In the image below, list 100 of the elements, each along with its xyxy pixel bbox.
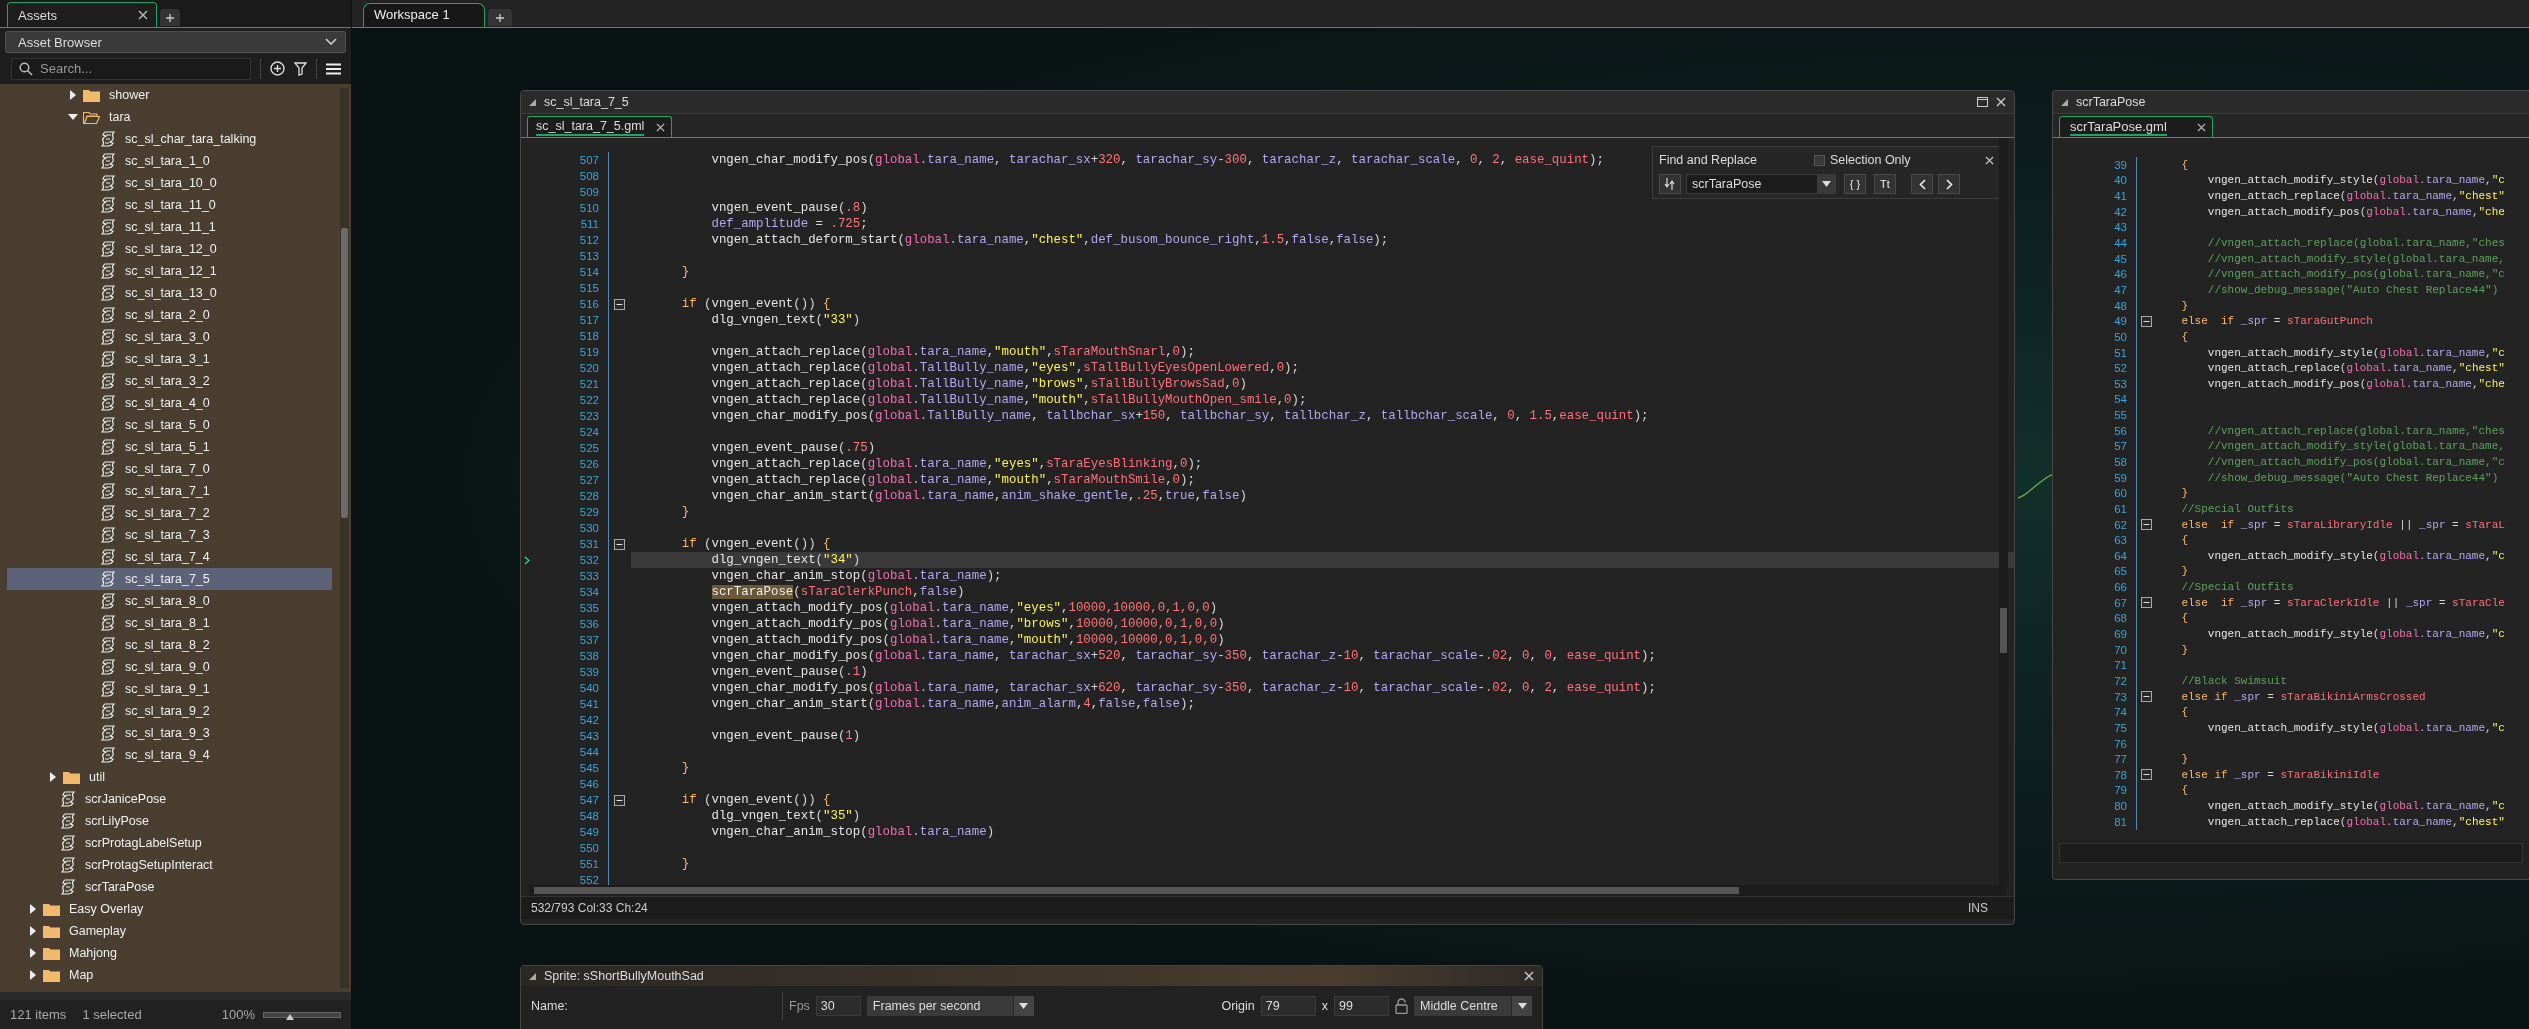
dropdown-icon[interactable] [1821,181,1831,187]
expand-arrow-icon[interactable] [68,90,78,100]
collapse-icon[interactable] [529,98,536,106]
code-line: def_amplitude = .725; [710,217,868,231]
close-icon[interactable] [2196,122,2206,132]
collapse-icon[interactable] [2140,769,2152,781]
fps-field[interactable]: 30 [815,996,861,1016]
asset-tree-item[interactable]: sc_sl_tara_7_0 [7,458,332,480]
close-icon[interactable] [1996,97,2006,107]
asset-tree-item[interactable]: sc_sl_tara_9_4 [7,744,332,766]
asset-tree-item[interactable]: sc_sl_tara_8_1 [7,612,332,634]
asset-tree-item[interactable]: sc_sl_char_tara_talking [7,128,332,150]
previous-button[interactable] [1911,174,1933,194]
asset-tree-item[interactable]: sc_sl_tara_4_0 [7,392,332,414]
scrollbar[interactable] [529,885,2006,896]
code-line: scrTaraPose(sTaraClerkPunch,false) [710,585,965,599]
asset-tree-item[interactable]: Map [7,964,332,986]
fps-unit-dropdown[interactable]: Frames per second [866,996,1034,1016]
collapse-icon[interactable] [2140,315,2152,327]
workspace-tab[interactable]: Workspace 1 [363,3,485,27]
origin-x-field[interactable]: 79 [1260,996,1316,1016]
collapse-icon[interactable] [2140,597,2152,609]
asset-tree-item[interactable]: tara [7,106,332,128]
file-tab[interactable]: sc_sl_tara_7_5.gml [527,116,673,137]
asset-tree-item[interactable]: sc_sl_tara_12_1 [7,260,332,282]
zoom-slider[interactable] [263,1011,341,1018]
collapse-icon[interactable] [2061,98,2068,106]
asset-tree-item[interactable]: scrLilyPose [7,810,332,832]
close-icon[interactable] [138,10,148,20]
asset-tree-item[interactable]: sc_sl_tara_9_0 [7,656,332,678]
asset-tree-item[interactable]: sc_sl_tara_3_1 [7,348,332,370]
asset-tree-item[interactable]: sc_sl_tara_9_1 [7,678,332,700]
asset-tree-item[interactable]: sc_sl_tara_10_0 [7,172,332,194]
collapse-icon[interactable] [613,794,625,806]
asset-browser-dropdown[interactable]: Asset Browser [5,31,346,53]
asset-tree-item[interactable]: sc_sl_tara_8_2 [7,634,332,656]
add-tab-button[interactable] [160,9,180,26]
replace-toggle-button[interactable] [1659,174,1681,194]
collapse-icon[interactable] [2140,691,2152,703]
checkbox[interactable] [1814,154,1825,166]
close-icon[interactable] [1985,155,1994,165]
next-button[interactable] [1938,174,1960,194]
add-tab-button[interactable] [488,9,512,26]
asset-tree-item[interactable]: sc_sl_tara_11_1 [7,216,332,238]
asset-tree-item[interactable]: sc_sl_tara_12_0 [7,238,332,260]
asset-tree-item[interactable]: scrProtagSetupInteract [7,854,332,876]
asset-tree-item[interactable]: sc_sl_tara_7_2 [7,502,332,524]
asset-tree-item[interactable]: sc_sl_tara_9_2 [7,700,332,722]
expand-arrow-icon[interactable] [28,904,38,914]
asset-tree-item[interactable]: sc_sl_tara_5_1 [7,436,332,458]
match-case-button[interactable]: Tt [1874,174,1896,194]
scrollbar[interactable] [1999,138,2008,885]
collapse-icon[interactable] [529,972,536,980]
asset-tree-item[interactable]: sc_sl_tara_1_0 [7,150,332,172]
asset-tree-item[interactable]: util [7,766,332,788]
expand-arrow-icon[interactable] [28,970,38,980]
find-field[interactable]: scrTaraPose [1686,174,1836,194]
filter-icon[interactable] [294,61,307,76]
maximize-icon[interactable] [1977,97,1988,107]
expand-arrow-icon[interactable] [28,926,38,936]
asset-tree-item[interactable]: Gameplay [7,920,332,942]
asset-tree-item[interactable]: sc_sl_tara_9_3 [7,722,332,744]
file-tab[interactable]: scrTaraPose.gml [2059,116,2213,137]
add-icon[interactable] [270,61,285,76]
line-number: 41 [2113,190,2127,203]
expand-arrow-icon[interactable] [48,772,58,782]
asset-tree-item[interactable]: sc_sl_tara_11_0 [7,194,332,216]
menu-icon[interactable] [326,62,341,75]
asset-tree-item[interactable]: sc_sl_tara_3_2 [7,370,332,392]
close-icon[interactable] [656,122,666,132]
script-icon [101,175,115,191]
asset-tree-item[interactable]: scrTaraPose [7,876,332,898]
asset-tree-item[interactable]: shower [7,84,332,106]
asset-tree-item[interactable]: scrJanicePose [7,788,332,810]
asset-tree-item[interactable]: sc_sl_tara_2_0 [7,304,332,326]
regex-button[interactable]: { } [1844,174,1866,194]
asset-tree-item[interactable]: Easy Overlay [7,898,332,920]
collapse-icon[interactable] [613,298,625,310]
collapse-icon[interactable] [2140,519,2152,531]
asset-tree-item[interactable]: scrProtagLabelSetup [7,832,332,854]
asset-tree-item[interactable]: sc_sl_tara_3_0 [7,326,332,348]
asset-tree-item[interactable]: sc_sl_tara_7_4 [7,546,332,568]
close-icon[interactable] [1524,971,1534,981]
search-field[interactable]: Search... [11,57,251,80]
asset-tree-item[interactable]: sc_sl_tara_13_0 [7,282,332,304]
lock-icon[interactable] [1395,998,1408,1014]
asset-tree-item[interactable]: sc_sl_tara_7_5 [7,568,332,590]
scrollbar[interactable] [340,88,349,988]
origin-dropdown[interactable]: Middle Centre [1414,996,1532,1016]
checkbox-label[interactable]: Selection Only [1830,153,1911,167]
asset-tree-item[interactable]: Mahjong [7,942,332,964]
asset-tree-item[interactable]: sc_sl_tara_7_1 [7,480,332,502]
panel-tab[interactable]: Assets [7,2,157,27]
asset-tree-item[interactable]: sc_sl_tara_8_0 [7,590,332,612]
asset-tree-item[interactable]: sc_sl_tara_7_3 [7,524,332,546]
collapse-icon[interactable] [613,538,625,550]
asset-tree-item[interactable]: sc_sl_tara_5_0 [7,414,332,436]
expand-arrow-icon[interactable] [28,948,38,958]
expand-arrow-icon[interactable] [68,112,78,122]
origin-y-field[interactable]: 99 [1334,996,1389,1016]
